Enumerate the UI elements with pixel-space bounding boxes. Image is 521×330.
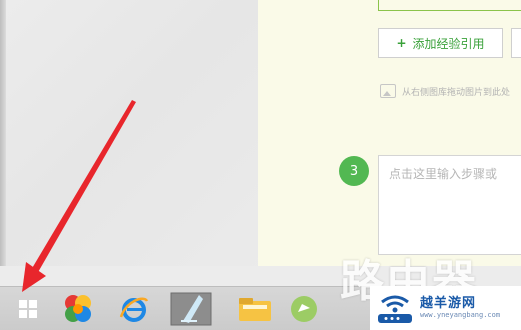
router-logo-icon (378, 295, 412, 323)
taskbar-app-bubble[interactable] (282, 289, 326, 329)
brand-watermark: 越羊游网 www.yneyangbang.com (370, 286, 521, 330)
file-explorer-icon (239, 298, 271, 321)
brand-name: 越羊游网 (420, 295, 477, 311)
desktop-edge (0, 0, 6, 286)
windows-logo-icon (19, 300, 37, 318)
editor-panel: + 添加经验引用 从右侧图库拖动图片到此处 3 点击这里输入步骤或 (258, 0, 521, 266)
taskbar-app-colors[interactable] (56, 289, 100, 329)
taskbar-shelf (0, 266, 521, 286)
internet-explorer-icon (119, 297, 149, 322)
app-bubble-icon (291, 296, 317, 322)
add-experience-label: 添加经验引用 (412, 36, 485, 51)
taskbar-file-explorer[interactable] (232, 289, 278, 329)
brand-url: www.yneyangbang.com (420, 311, 501, 320)
secondary-button[interactable] (511, 28, 521, 58)
plus-icon: + (396, 36, 407, 50)
image-hint-text: 从右侧图库拖动图片到此处 (402, 87, 511, 98)
taskbar-internet-explorer[interactable] (112, 289, 156, 329)
app-glass-icon (170, 292, 212, 326)
image-icon (380, 84, 396, 98)
desktop-background (0, 0, 258, 286)
taskbar-app-glass[interactable] (166, 289, 216, 329)
image-drop-hint: 从右侧图库拖动图片到此处 (380, 83, 521, 99)
add-experience-button[interactable]: + 添加经验引用 (378, 28, 503, 58)
previous-step-card (378, 0, 521, 11)
app-colors-icon (65, 295, 91, 322)
start-button[interactable] (8, 289, 48, 329)
step-number-badge: 3 (339, 156, 369, 186)
step-text-input[interactable]: 点击这里输入步骤或 (378, 155, 521, 255)
